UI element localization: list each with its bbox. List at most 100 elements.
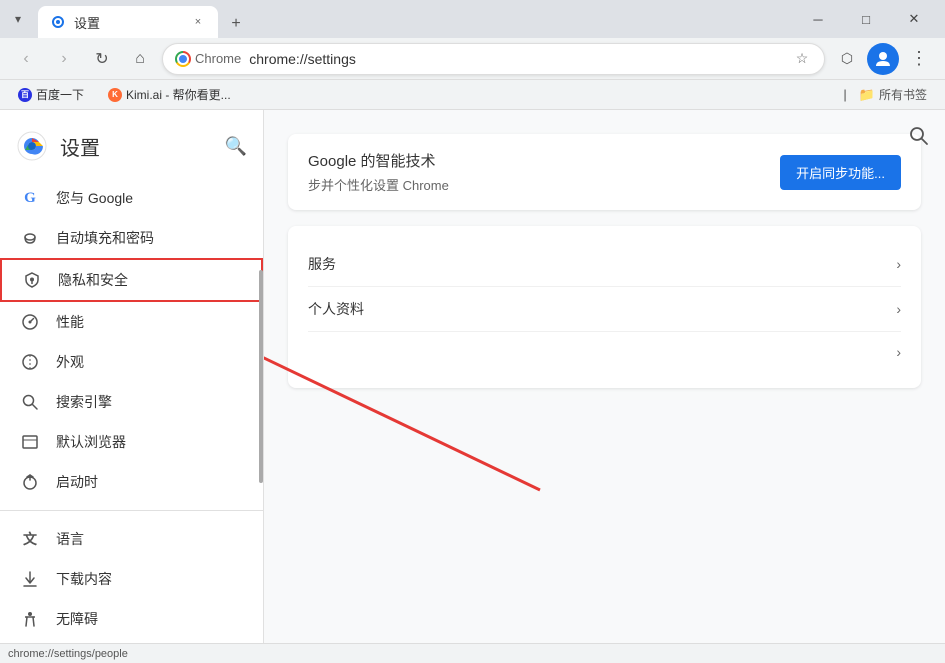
- appearance-icon: [20, 352, 40, 372]
- forward-btn[interactable]: ›: [48, 43, 80, 75]
- chrome-logo: Chrome: [175, 51, 241, 67]
- new-tab-btn[interactable]: +: [222, 10, 250, 38]
- downloads-icon: [20, 569, 40, 589]
- sidebar-label-startup: 启动时: [56, 472, 98, 492]
- sidebar-item-autofill[interactable]: 自动填充和密码: [0, 218, 263, 258]
- autofill-icon: [20, 228, 40, 248]
- settings-sidebar: 设置 🔍 G 您与 Google 自动填充和密码: [0, 110, 264, 643]
- profile-icon: [874, 50, 892, 68]
- browser-content: 设置 🔍 G 您与 Google 自动填充和密码: [0, 110, 945, 643]
- all-bookmarks-btn[interactable]: 📁 所有书签: [851, 84, 935, 105]
- sidebar-item-google[interactable]: G 您与 Google: [0, 178, 263, 218]
- sidebar-item-startup[interactable]: 启动时: [0, 462, 263, 502]
- bookmark-baidu[interactable]: 百 百度一下: [10, 84, 92, 105]
- sidebar-scrollbar-thumb: [259, 270, 263, 483]
- settings-search-icon[interactable]: 🔍: [225, 136, 247, 157]
- sidebar-item-default-browser[interactable]: 默认浏览器: [0, 422, 263, 462]
- bookmarks-right: | 📁 所有书签: [843, 84, 935, 105]
- profile-btn[interactable]: [867, 43, 899, 75]
- tab-list-btn[interactable]: ▾: [8, 9, 28, 29]
- sidebar-label-appearance: 外观: [56, 352, 84, 372]
- bookmarks-bar: 百 百度一下 K Kimi.ai - 帮你看更... | 📁 所有书签: [0, 80, 945, 110]
- main-search-icon[interactable]: [909, 126, 929, 151]
- sidebar-scrollbar[interactable]: [257, 110, 263, 643]
- sections-card: 服务 › 个人资料 › ›: [288, 226, 921, 388]
- tab-close-btn[interactable]: ×: [190, 14, 206, 30]
- tab-title: 设置: [74, 13, 182, 32]
- menu-btn[interactable]: ⋮: [903, 43, 935, 75]
- sidebar-item-appearance[interactable]: 外观: [0, 342, 263, 382]
- accessibility-icon: [20, 609, 40, 629]
- nav-right: ⬡ ⋮: [831, 43, 935, 75]
- sync-btn[interactable]: 开启同步功能...: [780, 155, 901, 190]
- bookmark-icon[interactable]: ☆: [792, 49, 812, 69]
- sidebar-item-search[interactable]: 搜索引擎: [0, 382, 263, 422]
- section-label-profile: 个人资料: [308, 299, 364, 319]
- chrome-label: Chrome: [195, 51, 241, 66]
- minimize-btn[interactable]: ─: [795, 3, 841, 35]
- section-label-services: 服务: [308, 254, 336, 274]
- tab-bar: 设置 × +: [38, 0, 791, 38]
- address-url: chrome://settings: [249, 51, 784, 67]
- address-icons: ☆: [792, 49, 812, 69]
- baidu-favicon-icon: 百: [18, 88, 32, 102]
- sidebar-label-default-browser: 默认浏览器: [56, 432, 126, 452]
- maximize-btn[interactable]: □: [843, 3, 889, 35]
- bookmark-kimi[interactable]: K Kimi.ai - 帮你看更...: [100, 84, 239, 105]
- back-btn[interactable]: ‹: [10, 43, 42, 75]
- sidebar-label-google: 您与 Google: [56, 188, 133, 208]
- sync-info: Google 的智能技术 步并个性化设置 Chrome: [308, 150, 449, 194]
- settings-chrome-logo: [16, 130, 48, 162]
- close-btn[interactable]: ✕: [891, 3, 937, 35]
- sidebar-label-privacy: 隐私和安全: [58, 270, 128, 290]
- extensions-btn[interactable]: ⬡: [831, 43, 863, 75]
- sidebar-item-performance[interactable]: 性能: [0, 302, 263, 342]
- all-bookmarks-label: 所有书签: [879, 86, 927, 103]
- sync-title: Google 的智能技术: [308, 150, 449, 171]
- default-browser-icon: [20, 432, 40, 452]
- address-bar[interactable]: Chrome chrome://settings ☆: [162, 43, 825, 75]
- settings-favicon-icon: [50, 14, 66, 30]
- section-arrow-extra: ›: [896, 344, 901, 360]
- section-row-services[interactable]: 服务 ›: [308, 242, 901, 287]
- startup-icon: [20, 472, 40, 492]
- sync-desc: 步并个性化设置 Chrome: [308, 175, 449, 194]
- tab-favicon: [50, 14, 66, 30]
- sidebar-label-autofill: 自动填充和密码: [56, 228, 154, 248]
- sidebar-label-language: 语言: [56, 529, 84, 549]
- sidebar-label-performance: 性能: [56, 312, 84, 332]
- performance-icon: [20, 312, 40, 332]
- bookmarks-folder-icon: 📁: [859, 87, 875, 103]
- sidebar-item-accessibility[interactable]: 无障碍: [0, 599, 263, 639]
- privacy-icon: [22, 270, 42, 290]
- bookmark-kimi-label: Kimi.ai - 帮你看更...: [126, 86, 231, 103]
- title-bar: ▾ 设置 × + ─ □ ✕: [0, 0, 945, 38]
- sync-card: Google 的智能技术 步并个性化设置 Chrome 开启同步功能...: [288, 134, 921, 210]
- reload-btn[interactable]: ↻: [86, 43, 118, 75]
- language-icon: 文: [20, 529, 40, 549]
- nav-bar: ‹ › ↻ ⌂ Chrome chrome://settings ☆ ⬡ ⋮: [0, 38, 945, 80]
- section-row-extra[interactable]: ›: [308, 332, 901, 372]
- section-arrow-services: ›: [896, 256, 901, 272]
- sidebar-divider: [0, 510, 263, 511]
- section-row-profile[interactable]: 个人资料 ›: [308, 287, 901, 332]
- chrome-favicon-icon: [175, 51, 191, 67]
- sidebar-label-accessibility: 无障碍: [56, 609, 98, 629]
- sidebar-item-language[interactable]: 文 语言: [0, 519, 263, 559]
- status-url: chrome://settings/people: [8, 648, 128, 660]
- home-btn[interactable]: ⌂: [124, 43, 156, 75]
- sidebar-item-privacy[interactable]: 隐私和安全: [0, 258, 263, 302]
- search-icon: [20, 392, 40, 412]
- google-icon: G: [20, 188, 40, 208]
- section-arrow-profile: ›: [896, 301, 901, 317]
- active-tab[interactable]: 设置 ×: [38, 6, 218, 38]
- bookmark-baidu-label: 百度一下: [36, 86, 84, 103]
- status-bar: chrome://settings/people: [0, 643, 945, 663]
- sidebar-item-downloads[interactable]: 下载内容: [0, 559, 263, 599]
- settings-header: 设置 🔍: [0, 110, 263, 178]
- sidebar-label-downloads: 下载内容: [56, 569, 112, 589]
- browser-frame: ▾ 设置 × + ─ □ ✕ ‹ › ↻: [0, 0, 945, 663]
- kimi-favicon-icon: K: [108, 88, 122, 102]
- settings-main: Google 的智能技术 步并个性化设置 Chrome 开启同步功能... 服务…: [264, 110, 945, 643]
- settings-page-title: 设置: [60, 132, 100, 161]
